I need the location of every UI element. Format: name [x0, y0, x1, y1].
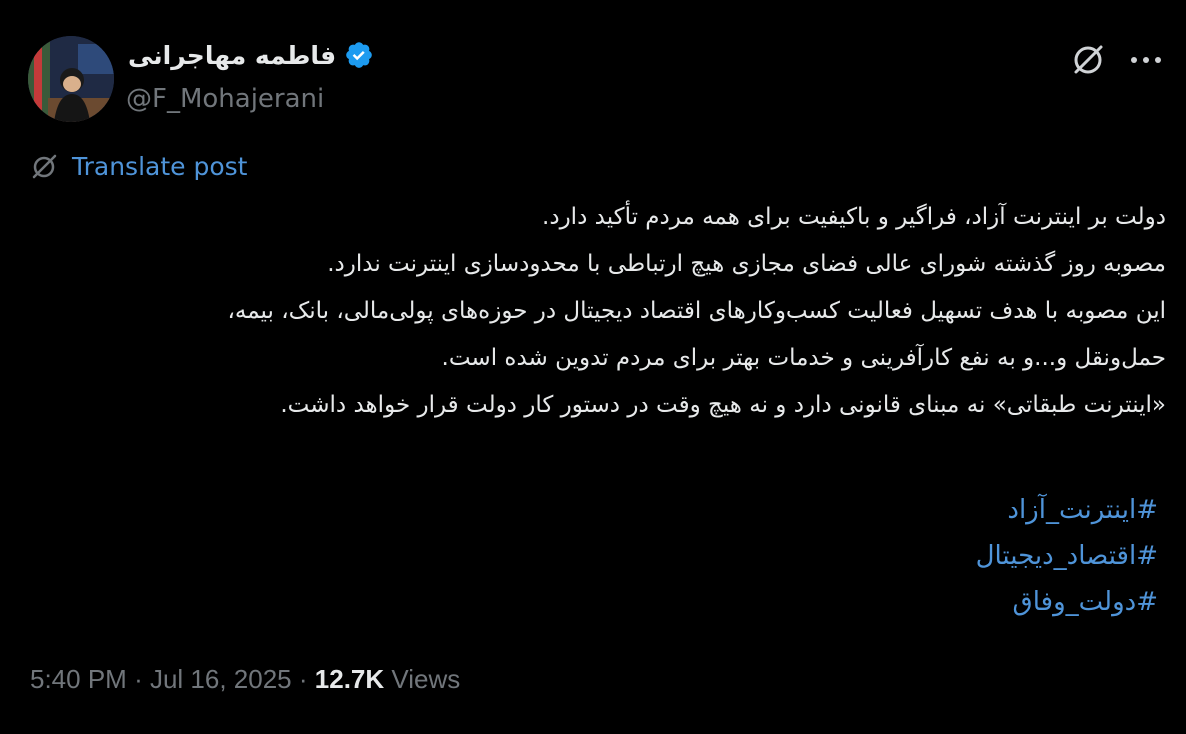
- translate-post-link[interactable]: Translate post: [30, 152, 247, 181]
- post-line: حمل‌ونقل و...و به نفع کارآفرینی و خدمات …: [441, 345, 1166, 371]
- post-date[interactable]: Jul 16, 2025: [150, 664, 292, 694]
- post-meta: 5:40 PM · Jul 16, 2025 · 12.7K Views: [30, 664, 460, 695]
- post-body: دولت بر اینترنت آزاد، فراگیر و باکیفیت ب…: [40, 194, 1166, 429]
- meta-separator: ·: [134, 664, 143, 694]
- views-count: 12.7K: [314, 664, 385, 694]
- hashtag-link[interactable]: #دولت_وفاق: [40, 579, 1158, 625]
- author-handle[interactable]: @F_Mohajerani: [126, 84, 324, 114]
- post-line: دولت بر اینترنت آزاد، فراگیر و باکیفیت ب…: [542, 204, 1166, 230]
- author-name[interactable]: فاطمه مهاجرانی: [128, 41, 336, 70]
- author-row[interactable]: فاطمه مهاجرانی: [128, 40, 374, 70]
- hashtag-link[interactable]: #اینترنت_آزاد: [40, 487, 1158, 533]
- more-options-icon[interactable]: [1126, 54, 1166, 66]
- post-line: این مصوبه با هدف تسهیل فعالیت کسب‌وکارها…: [227, 298, 1166, 324]
- post-line: «اینترنت طبقاتی» نه مبنای قانونی دارد و …: [280, 392, 1166, 418]
- meta-separator: ·: [298, 664, 308, 694]
- avatar-image: [28, 36, 114, 122]
- globe-slash-icon: [32, 154, 57, 178]
- hashtag-link[interactable]: #اقتصاد_دیجیتال: [40, 533, 1158, 579]
- translate-label[interactable]: Translate post: [72, 152, 247, 181]
- hashtag-list: #اینترنت_آزاد #اقتصاد_دیجیتال #دولت_وفاق: [40, 487, 1158, 625]
- views-label: Views: [391, 664, 461, 694]
- verified-badge-icon: [346, 42, 372, 68]
- avatar[interactable]: [28, 36, 114, 122]
- post-line: مصوبه روز گذشته شورای عالی فضای مجازی هی…: [327, 251, 1166, 277]
- post-time[interactable]: 5:40 PM: [30, 664, 127, 694]
- grok-icon[interactable]: [1070, 42, 1106, 78]
